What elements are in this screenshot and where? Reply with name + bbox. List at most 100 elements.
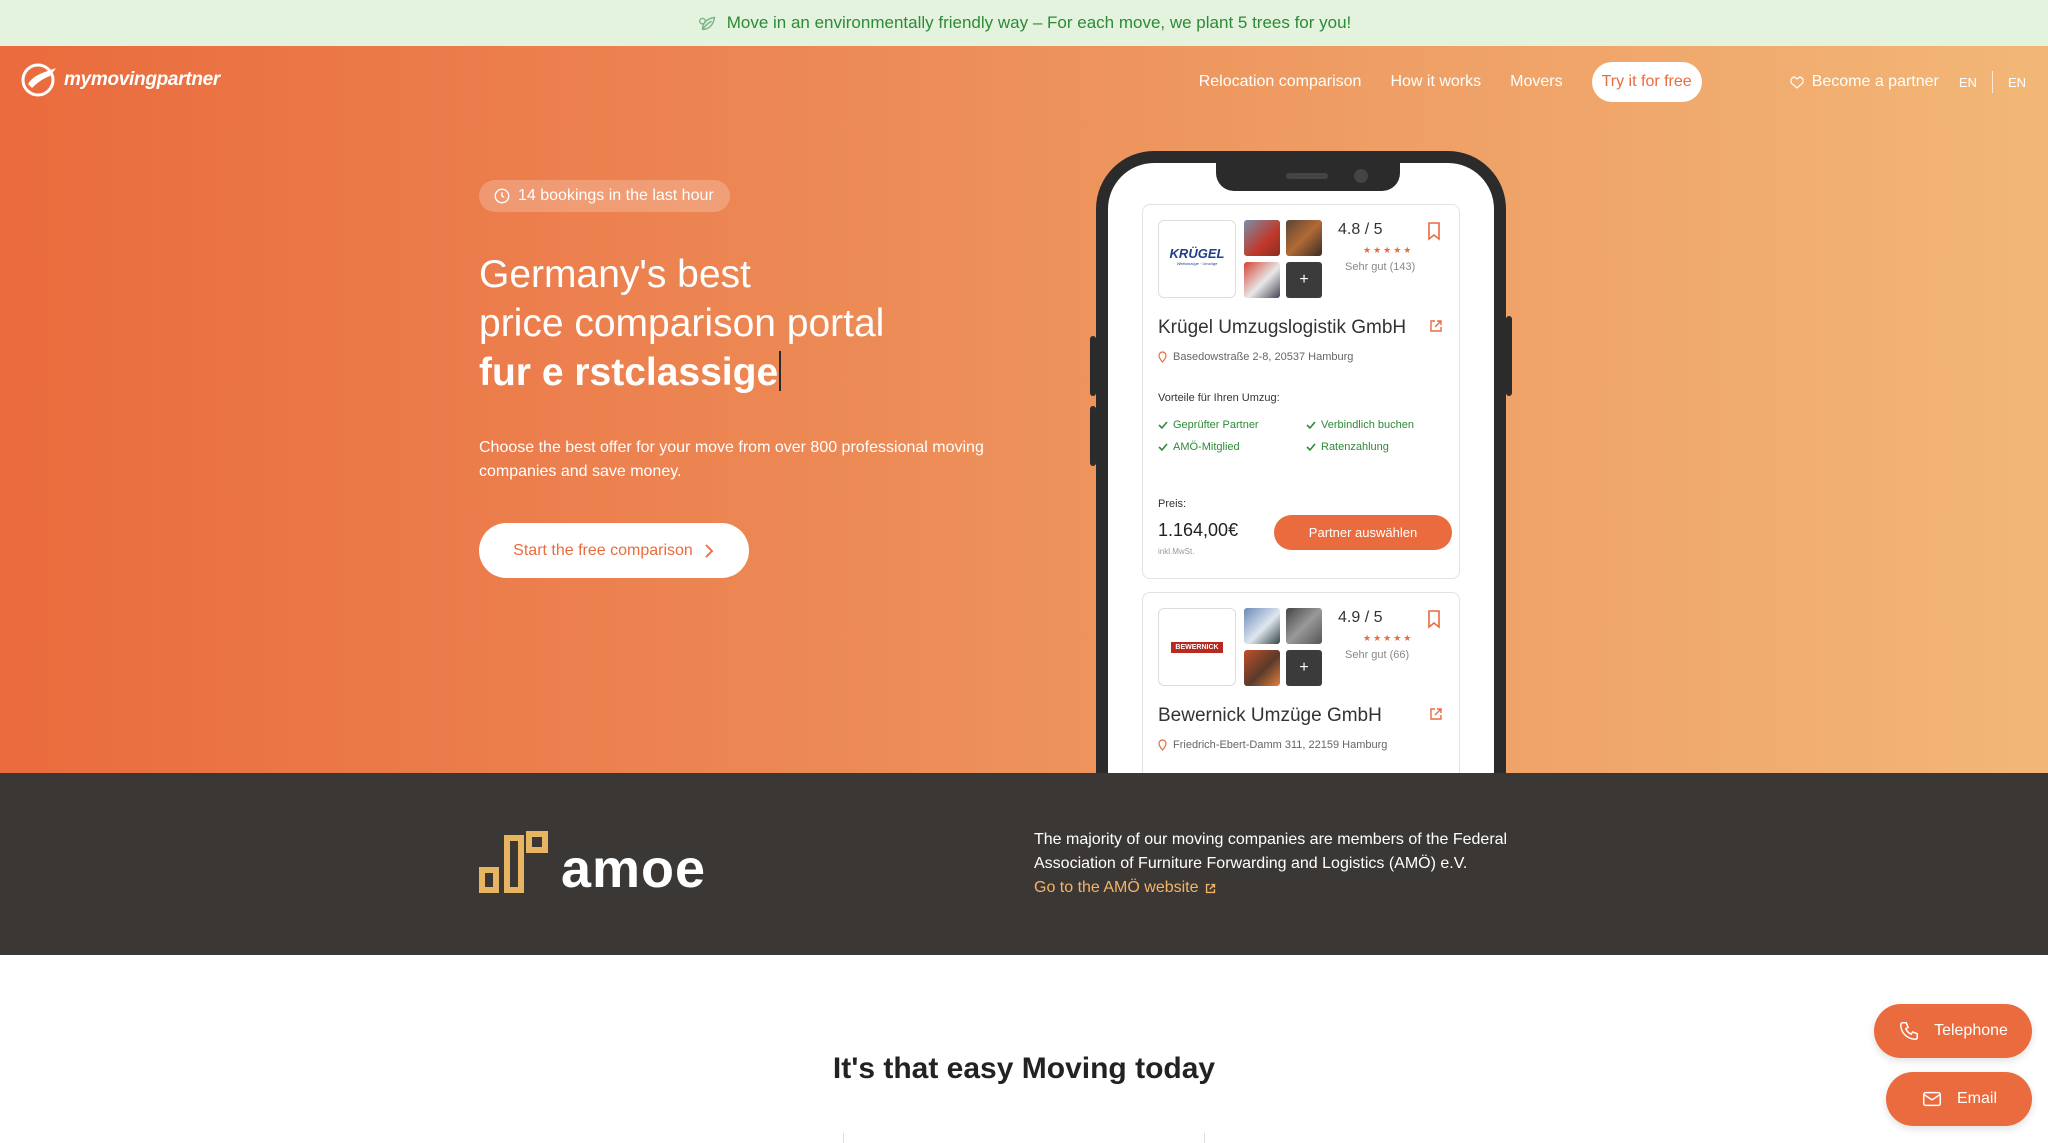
bookmark-icon[interactable] xyxy=(1427,221,1441,241)
nav-relocation-comparison[interactable]: Relocation comparison xyxy=(1199,73,1362,91)
rating-stars: ★★★★★ xyxy=(1363,633,1414,643)
advantage-item: AMÖ-Mitglied xyxy=(1158,441,1240,453)
check-icon xyxy=(1306,443,1316,452)
nav-movers[interactable]: Movers xyxy=(1510,73,1562,91)
language-selector[interactable]: EN xyxy=(1959,75,1977,90)
column-divider xyxy=(1204,1133,1205,1143)
phone-icon xyxy=(1900,1022,1919,1040)
advantage-item: Verbindlich buchen xyxy=(1306,419,1414,431)
advantage-item: Ratenzahlung xyxy=(1306,441,1389,453)
phone-power-button xyxy=(1506,316,1512,396)
price-label: Preis: xyxy=(1158,498,1187,510)
hero-section: mymovingpartner Relocation comparison Ho… xyxy=(0,46,2048,773)
phone-mockup: KRÜGEL Weltumzüge · Umzüge + 4.8 / 5 ★★★★… xyxy=(1096,151,1506,773)
location-pin-icon xyxy=(1158,351,1167,363)
rating-score: 4.8 / 5 xyxy=(1338,221,1383,238)
mover-photo[interactable] xyxy=(1286,220,1322,256)
mover-address-text: Basedowstraße 2-8, 20537 Hamburg xyxy=(1173,351,1354,363)
amoe-link-label: Go to the AMÖ website xyxy=(1034,879,1199,896)
nav-how-it-works[interactable]: How it works xyxy=(1390,73,1481,91)
phone-screen: KRÜGEL Weltumzüge · Umzüge + 4.8 / 5 ★★★★… xyxy=(1108,163,1494,773)
handshake-icon xyxy=(1790,76,1804,89)
mover-logo: BEWERNICK xyxy=(1158,608,1236,686)
vat-note: inkl.MwSt. xyxy=(1158,547,1195,556)
nav-divider xyxy=(1991,71,1993,93)
column-divider xyxy=(843,1133,844,1143)
typing-caret xyxy=(779,351,782,391)
start-comparison-label: Start the free comparison xyxy=(513,541,693,559)
chevron-right-icon xyxy=(705,543,714,558)
bookmark-icon[interactable] xyxy=(1427,609,1441,629)
phone-camera xyxy=(1354,169,1368,183)
eco-banner-text: Move in an environmentally friendly way … xyxy=(726,13,1352,32)
telephone-button[interactable]: Telephone xyxy=(1874,1004,2032,1058)
hero-title-line-1: Germany's best xyxy=(479,253,751,296)
amoe-logo: amoe xyxy=(479,828,707,899)
rating-text: Sehr gut (66) xyxy=(1345,649,1410,661)
mover-photo[interactable] xyxy=(1286,608,1322,644)
email-button[interactable]: Email xyxy=(1886,1072,2032,1126)
rating-text: Sehr gut (143) xyxy=(1345,261,1416,273)
kangaroo-logo-icon xyxy=(21,63,56,97)
hero-title-typed: fur e rstclassige xyxy=(479,348,884,397)
mover-address: Basedowstraße 2-8, 20537 Hamburg xyxy=(1158,351,1353,363)
become-partner-link[interactable]: Become a partner xyxy=(1788,73,1939,91)
amoe-logo-text: amoe xyxy=(561,839,707,899)
eco-banner: Move in an environmentally friendly way … xyxy=(0,0,2048,46)
amoe-website-link[interactable]: Go to the AMÖ website xyxy=(1034,876,1216,900)
external-link-icon xyxy=(1205,883,1215,893)
check-icon xyxy=(1158,443,1168,452)
main-nav: Relocation comparison How it works Mover… xyxy=(1199,62,2048,102)
mover-address: Friedrich-Ebert-Damm 311, 22159 Hamburg xyxy=(1158,739,1387,751)
mover-card[interactable]: KRÜGEL Weltumzüge · Umzüge + 4.8 / 5 ★★★★… xyxy=(1142,204,1460,579)
advantages-title: Vorteile für Ihren Umzug: xyxy=(1158,392,1280,404)
price-value: 1.164,00€ xyxy=(1158,520,1239,540)
bookings-badge: 14 bookings in the last hour xyxy=(479,180,730,212)
external-link-icon[interactable] xyxy=(1429,319,1443,333)
leaf-icon xyxy=(698,16,715,31)
mover-name: Krügel Umzugslogistik GmbH xyxy=(1158,317,1407,338)
mover-photo[interactable] xyxy=(1244,650,1280,686)
advantage-item: Geprüfter Partner xyxy=(1158,419,1259,431)
section-title: It's that easy Moving today xyxy=(0,1052,2048,1086)
language-selector-secondary[interactable]: EN xyxy=(2008,75,2026,90)
more-photos-button[interactable]: + xyxy=(1286,262,1322,298)
external-link-icon[interactable] xyxy=(1429,707,1443,721)
mover-address-text: Friedrich-Ebert-Damm 311, 22159 Hamburg xyxy=(1173,739,1388,751)
mover-logo-text: BEWERNICK xyxy=(1171,641,1223,653)
amoe-description: The majority of our moving companies are… xyxy=(1034,828,1554,900)
hero-subtitle: Choose the best offer for your move from… xyxy=(479,439,984,480)
amoe-logo-icon xyxy=(479,831,548,893)
hero-title-line-2: price comparison portal xyxy=(479,302,885,345)
start-comparison-button[interactable]: Start the free comparison xyxy=(479,523,749,578)
check-icon xyxy=(1306,421,1316,430)
mover-photo[interactable] xyxy=(1244,262,1280,298)
try-free-button[interactable]: Try it for free xyxy=(1591,62,1702,102)
phone-speaker xyxy=(1286,173,1328,179)
mover-card[interactable]: BEWERNICK + 4.9 / 5 ★★★★★ Sehr gut (66) … xyxy=(1142,592,1460,773)
become-partner-label: Become a partner xyxy=(1811,73,1939,90)
rating-score: 4.9 / 5 xyxy=(1338,609,1383,626)
select-partner-button[interactable]: Partner auswählen xyxy=(1274,515,1452,550)
mover-logo-subtext: Weltumzüge · Umzüge xyxy=(1176,261,1218,266)
rating-stars: ★★★★★ xyxy=(1363,245,1414,255)
hero-title: Germany's best price comparison portal f… xyxy=(479,250,884,397)
logo-wordmark: mymovingpartner xyxy=(64,69,220,90)
phone-notch xyxy=(1216,163,1400,191)
more-photos-button[interactable]: + xyxy=(1286,650,1322,686)
mover-photo[interactable] xyxy=(1244,608,1280,644)
location-pin-icon xyxy=(1158,739,1167,751)
bookings-text: 14 bookings in the last hour xyxy=(518,187,714,204)
mover-name: Bewernick Umzüge GmbH xyxy=(1158,705,1382,726)
mail-icon xyxy=(1923,1091,1941,1107)
section-title-bold: Moving today xyxy=(1021,1052,1216,1085)
mover-logo: KRÜGEL Weltumzüge · Umzüge xyxy=(1158,220,1236,298)
section-title-regular: It's that easy xyxy=(832,1052,1014,1085)
mover-photo[interactable] xyxy=(1244,220,1280,256)
telephone-label: Telephone xyxy=(1934,1022,2008,1039)
check-icon xyxy=(1158,421,1168,430)
amoe-description-text: The majority of our moving companies are… xyxy=(1034,831,1508,872)
amoe-section: amoe The majority of our moving companie… xyxy=(0,773,2048,955)
site-logo[interactable]: mymovingpartner xyxy=(20,62,220,98)
clock-icon xyxy=(494,188,510,204)
